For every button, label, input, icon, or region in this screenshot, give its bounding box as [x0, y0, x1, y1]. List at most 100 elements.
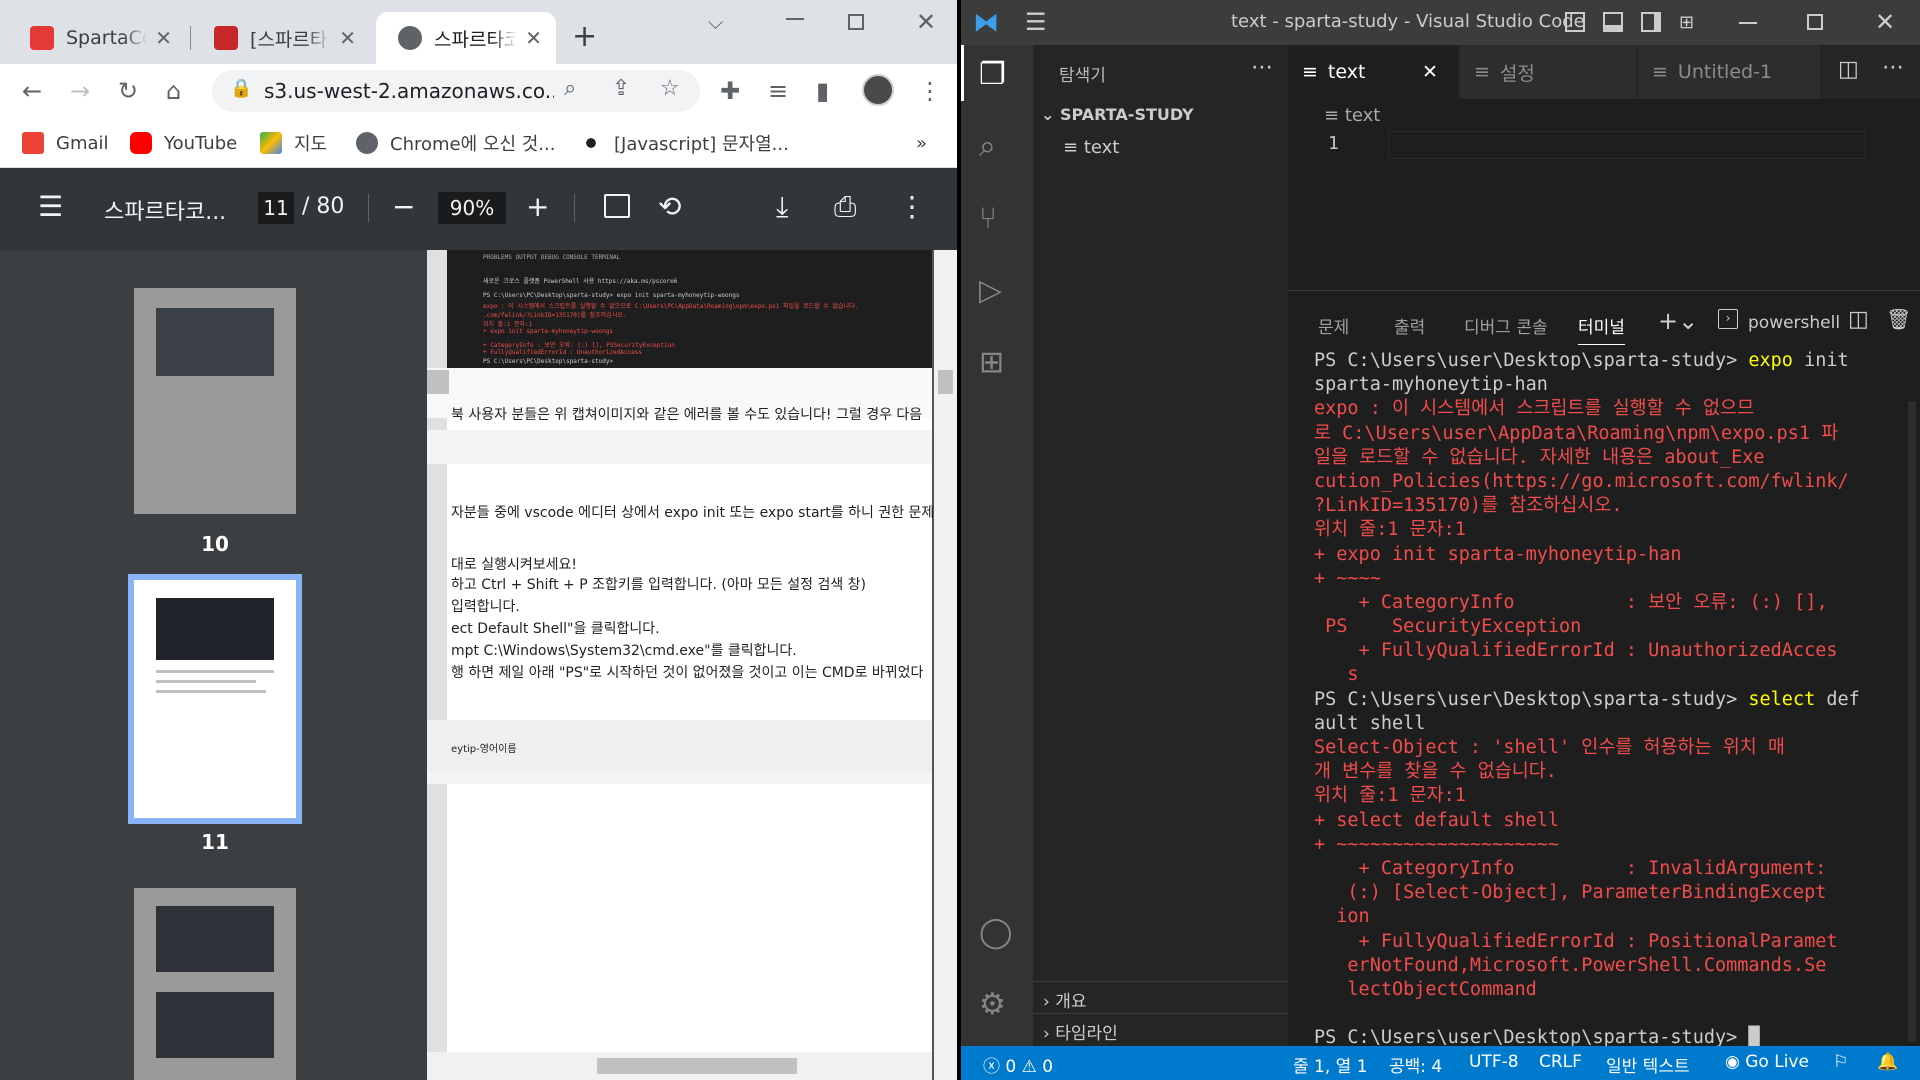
thumbnail-page[interactable]: 10 [134, 288, 296, 556]
shell-name[interactable]: powershell [1748, 313, 1840, 333]
more-actions-icon[interactable]: ⋯ [1251, 55, 1273, 80]
zoom-search-icon[interactable]: ⌕ [564, 76, 576, 101]
fit-page-icon[interactable] [604, 194, 630, 218]
more-options-icon[interactable]: ⋮ [898, 192, 926, 222]
trash-icon[interactable]: 🗑 [1886, 307, 1911, 331]
tab-search-chevron-icon[interactable]: ⌵ [708, 10, 723, 34]
close-icon[interactable]: ✕ [525, 26, 542, 50]
bookmark-chrome-welcome[interactable]: Chrome에 오신 것... [356, 128, 555, 158]
print-icon[interactable]: ⎙ [834, 192, 856, 222]
bookmarks-overflow-button[interactable]: » [916, 128, 927, 158]
browser-tab-active[interactable]: 스파르타코딩클럽 ✕ [376, 12, 556, 64]
chrome-menu-icon[interactable]: ⋮ [918, 76, 942, 106]
toggle-panel-icon[interactable] [1603, 12, 1623, 32]
problems-status[interactable]: ⓧ 0 ⚠ 0 [983, 1052, 1053, 1077]
terminal-segment: cution_Policies(https://go.microsoft.com… [1314, 470, 1849, 492]
url-text[interactable]: s3.us-west-2.amazonaws.co... [264, 79, 554, 103]
explorer-icon[interactable]: ❐ [979, 57, 1006, 93]
split-terminal-icon[interactable]: ◫ [1848, 307, 1869, 332]
window-close-icon[interactable]: ✕ [1875, 8, 1895, 36]
window-close-icon[interactable]: ✕ [916, 8, 936, 36]
cursor-position[interactable]: 줄 1, 열 1 [1293, 1052, 1368, 1077]
feedback-icon[interactable]: ⚐ [1833, 1052, 1848, 1072]
zoom-level-input[interactable]: 90% [438, 192, 506, 224]
breadcrumb[interactable]: ≡ text [1324, 105, 1380, 126]
split-editor-icon[interactable]: ◫ [1838, 57, 1859, 82]
timeline-section[interactable]: › 타임라인 [1043, 1019, 1118, 1044]
bookmark-javascript[interactable]: [Javascript] 문자열... [580, 128, 789, 158]
close-icon[interactable]: ✕ [339, 26, 356, 50]
extensions-icon[interactable]: ✚ [720, 76, 740, 106]
minimize-icon[interactable] [786, 18, 804, 20]
encoding[interactable]: UTF-8 [1469, 1052, 1519, 1072]
editor-tab-text[interactable]: ≡ text ✕ [1288, 45, 1458, 99]
bookmark-maps[interactable]: 지도 [260, 128, 327, 158]
bookmark-youtube[interactable]: YouTube [130, 128, 237, 158]
tab-debug-console[interactable]: 디버그 콘솔 [1464, 313, 1548, 338]
toggle-secondary-sidebar-icon[interactable] [1641, 12, 1661, 32]
forward-icon[interactable]: → [70, 76, 90, 106]
share-icon[interactable]: ⇪ [612, 76, 630, 101]
file-item[interactable]: ≡ text [1063, 137, 1119, 158]
new-tab-button[interactable]: + [572, 20, 597, 54]
maximize-icon[interactable] [848, 14, 864, 30]
outline-section[interactable]: › 개요 [1043, 987, 1086, 1012]
browser-tab-2[interactable]: [스파르타코딩클럽] ✕ [192, 12, 370, 64]
thumbnail-page[interactable] [134, 888, 296, 1080]
language-mode[interactable]: 일반 텍스트 [1606, 1052, 1690, 1077]
reload-icon[interactable]: ↻ [118, 76, 138, 106]
media-control-icon[interactable]: ≡ [768, 76, 788, 106]
left-scroll-thumb[interactable] [427, 370, 449, 394]
workspace-folder[interactable]: ⌄ SPARTA-STUDY [1041, 105, 1194, 124]
notifications-bell-icon[interactable]: 🔔 [1877, 1052, 1898, 1072]
profile-avatar[interactable] [862, 74, 894, 106]
go-live-button[interactable]: ◉ Go Live [1725, 1052, 1809, 1072]
side-panel-icon[interactable]: ▮ [816, 76, 829, 106]
bookmark-gmail[interactable]: Gmail [22, 128, 109, 158]
bookmark-star-icon[interactable]: ☆ [660, 76, 680, 101]
zoom-in-icon[interactable]: + [526, 192, 549, 222]
editor-tab-settings[interactable]: ≡ 설정 [1460, 45, 1636, 99]
tab-output[interactable]: 출력 [1394, 313, 1425, 338]
horizontal-scrollbar[interactable] [427, 1052, 932, 1080]
source-control-icon[interactable]: ⑂ [979, 201, 997, 237]
thumbnail-page-selected[interactable]: 11 [128, 574, 302, 854]
tab-terminal[interactable]: 터미널 [1578, 313, 1625, 345]
customize-layout-icon[interactable]: ⊞ [1679, 12, 1694, 33]
scroll-thumb[interactable] [938, 370, 953, 394]
rotate-icon[interactable]: ⟲ [658, 192, 681, 222]
back-icon[interactable]: ← [22, 76, 42, 106]
close-icon[interactable]: ✕ [1422, 61, 1438, 83]
run-debug-icon[interactable]: ▷ [979, 273, 1002, 309]
home-icon[interactable]: ⌂ [166, 76, 181, 106]
editor-tab-untitled[interactable]: ≡ Untitled-1 [1638, 45, 1820, 99]
pdf-viewport[interactable]: PROBLEMS OUTPUT DEBUG CONSOLE TERMINAL 새… [427, 250, 957, 1080]
terminal-line: PS C:\Users\user\Desktop\sparta-study> e… [1314, 349, 1904, 373]
maximize-icon[interactable] [1807, 14, 1823, 30]
new-terminal-icon[interactable]: +⌄ [1658, 307, 1698, 335]
terminal-scrollbar[interactable] [1908, 401, 1916, 1041]
line-ending[interactable]: CRLF [1539, 1052, 1582, 1072]
indentation[interactable]: 공백: 4 [1389, 1052, 1442, 1077]
current-line-highlight[interactable] [1388, 131, 1866, 159]
accounts-icon[interactable]: ◯ [979, 915, 1013, 951]
download-icon[interactable]: ⤓ [776, 192, 788, 222]
search-icon[interactable]: ⌕ [979, 129, 996, 165]
tab-problems[interactable]: 문제 [1318, 313, 1349, 338]
settings-gear-icon[interactable]: ⚙ [979, 987, 1006, 1023]
address-bar[interactable]: 🔒 s3.us-west-2.amazonaws.co... ⌕ ⇪ ☆ [212, 70, 700, 112]
more-actions-icon[interactable]: ⋯ [1882, 55, 1904, 80]
zoom-out-icon[interactable]: − [392, 192, 415, 222]
toggle-sidebar-icon[interactable] [1565, 12, 1585, 32]
close-icon[interactable]: ✕ [155, 26, 172, 50]
terminal-output[interactable]: PS C:\Users\user\Desktop\sparta-study> e… [1314, 349, 1904, 1050]
pdf-menu-icon[interactable]: ☰ [38, 192, 63, 222]
extensions-icon[interactable]: ⊞ [979, 345, 1004, 381]
menu-icon[interactable]: ☰ [1025, 8, 1047, 36]
browser-tab-1[interactable]: SpartaCoding ✕ [8, 12, 186, 64]
page-number-input[interactable]: 11 [258, 192, 294, 224]
minimize-icon[interactable] [1739, 22, 1757, 24]
vertical-scrollbar[interactable] [934, 250, 957, 1080]
scroll-thumb[interactable] [597, 1058, 797, 1074]
